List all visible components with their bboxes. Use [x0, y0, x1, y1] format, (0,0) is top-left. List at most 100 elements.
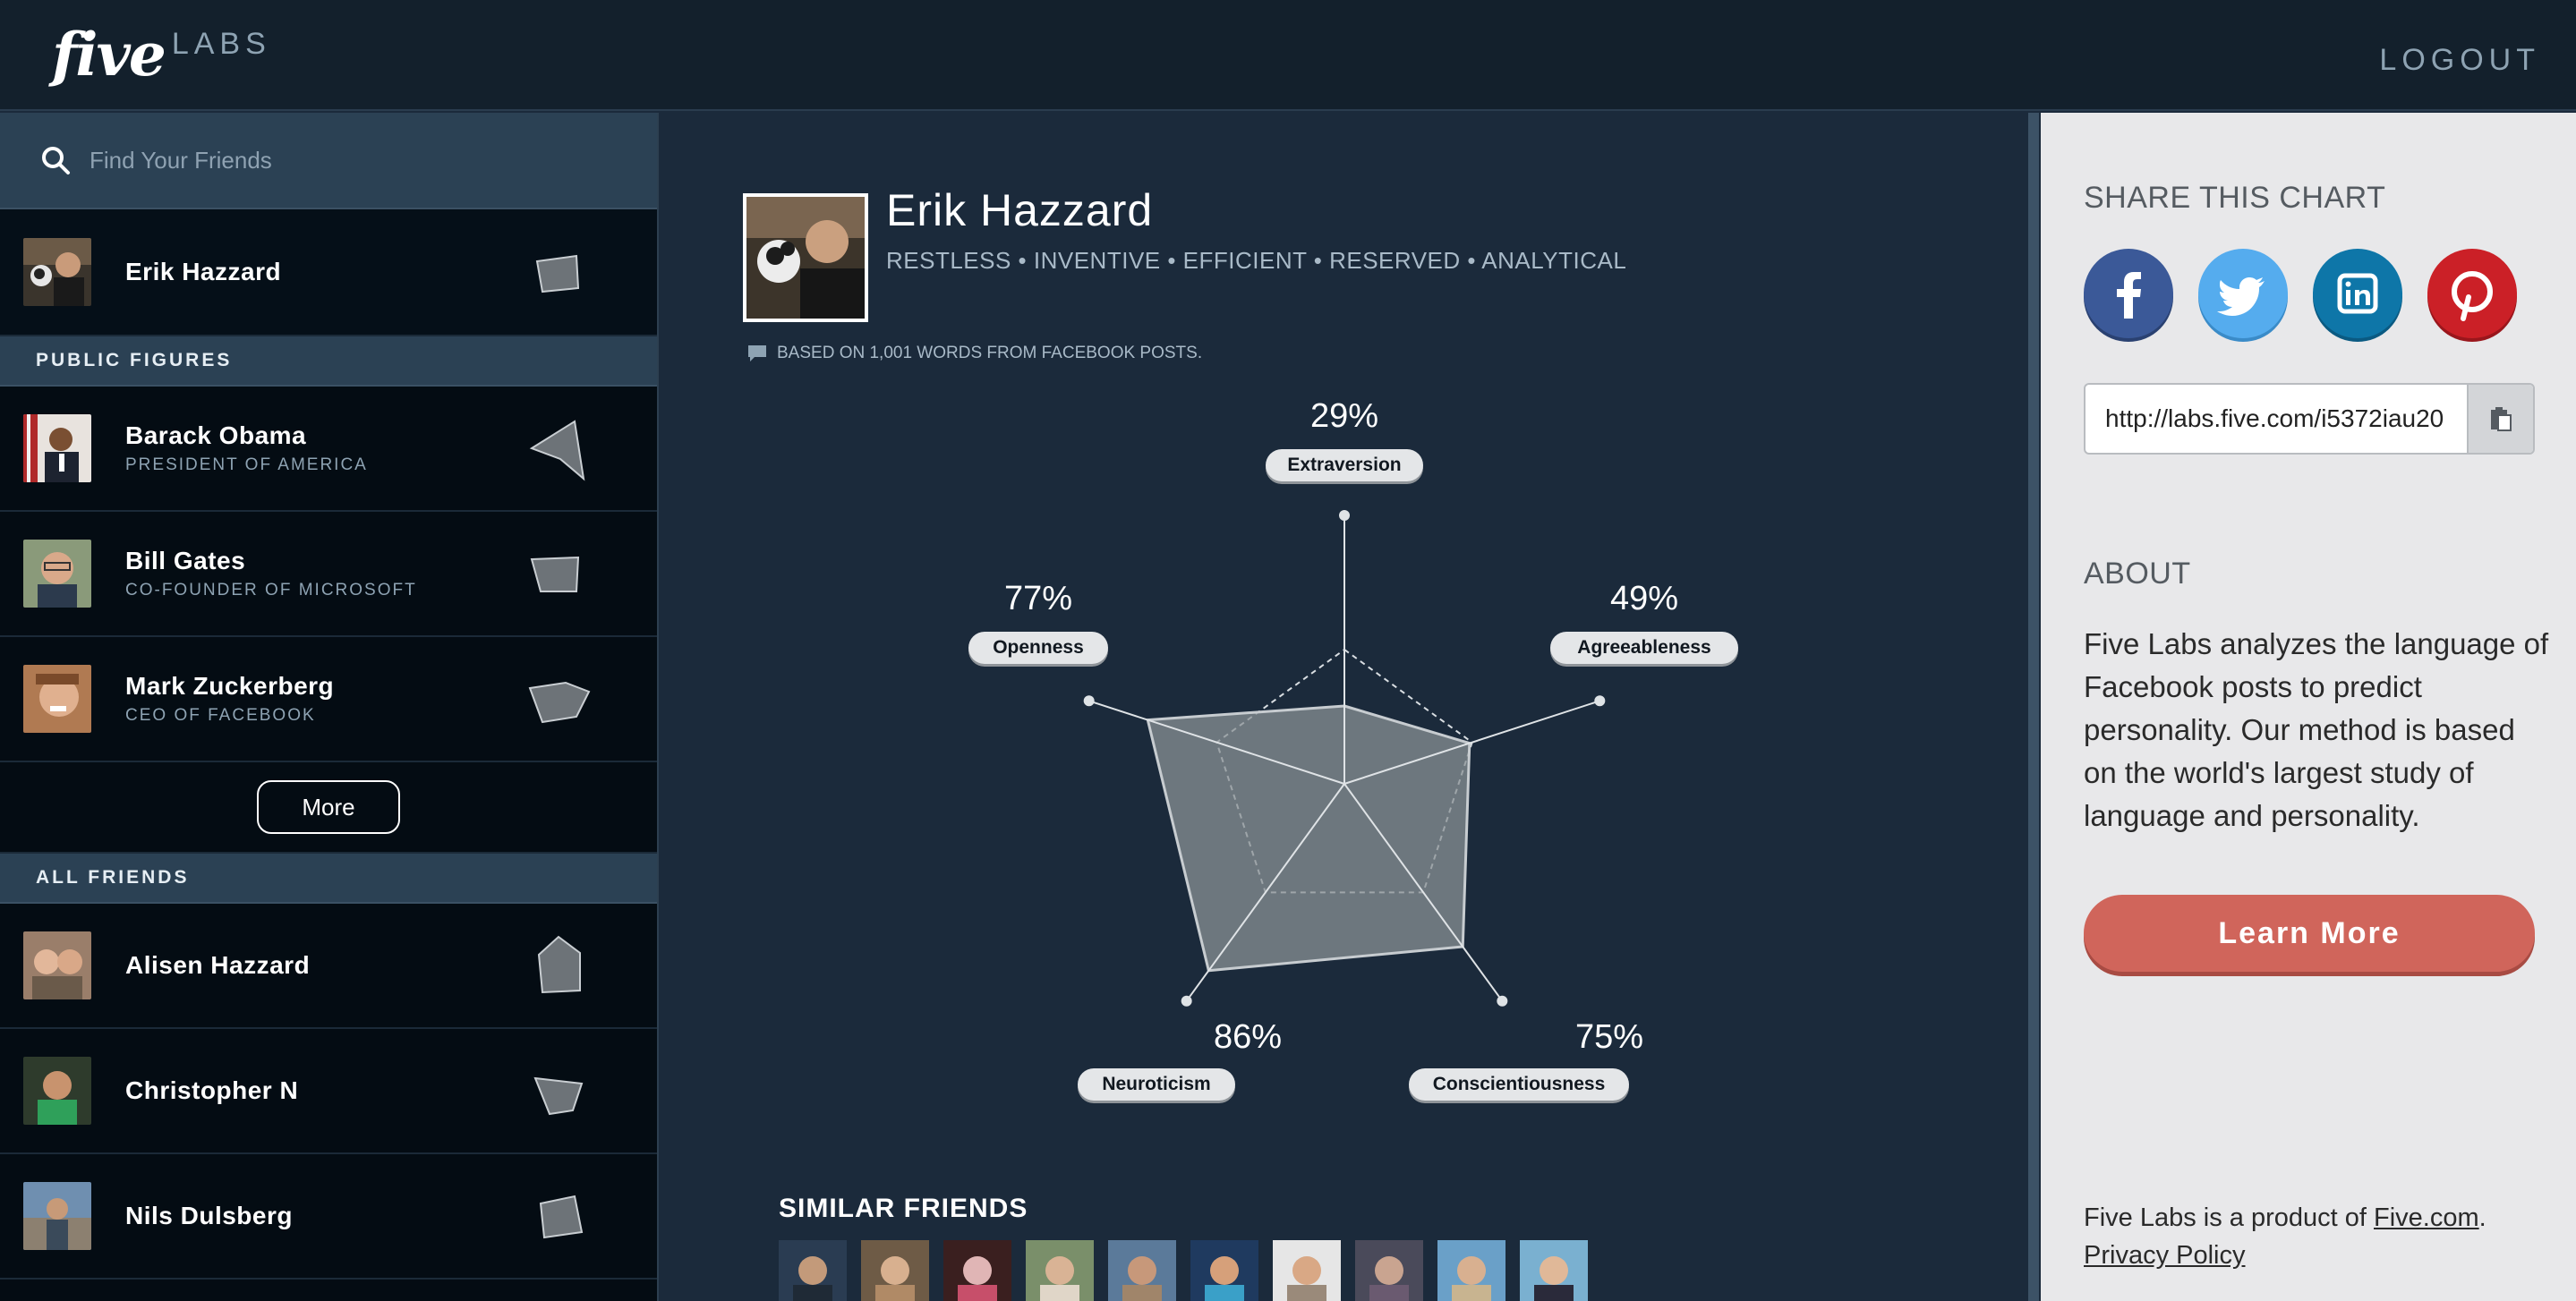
share-url-input[interactable] [2086, 385, 2467, 453]
main-scrollbar[interactable] [2028, 113, 2039, 1301]
social-buttons [2084, 249, 2517, 342]
friend-name: Bill Gates [125, 547, 246, 574]
avatar [23, 665, 91, 733]
more-row: More [0, 762, 657, 854]
axis-end-openness [1083, 695, 1095, 707]
about-title: ABOUT [2084, 557, 2191, 591]
more-button[interactable]: More [257, 780, 400, 834]
avatar [23, 931, 91, 999]
personality-polygon [1146, 704, 1471, 973]
similar-friend-avatar[interactable] [861, 1240, 929, 1301]
avatar [23, 540, 91, 608]
personality-shape-icon [528, 681, 591, 724]
friend-subtitle: PRESIDENT OF AMERICA [125, 455, 368, 474]
friend-row-alisen[interactable]: Alisen Hazzard [0, 904, 657, 1029]
five-com-link[interactable]: Five.com [2374, 1203, 2479, 1232]
friend-subtitle: CO-FOUNDER OF MICROSOFT [125, 581, 417, 599]
similar-friend-avatar[interactable] [1437, 1240, 1506, 1301]
friend-row-christopher[interactable]: Christopher N [0, 1029, 657, 1154]
avatar [23, 1057, 91, 1125]
footer-suffix: . [2478, 1203, 2486, 1232]
similar-friend-avatar[interactable] [1108, 1240, 1176, 1301]
similar-friends-title: SIMILAR FRIENDS [779, 1194, 1028, 1223]
main-panel: Erik Hazzard RESTLESS • INVENTIVE • EFFI… [661, 113, 2030, 1301]
search-bar [0, 113, 657, 209]
pct-neuroticism: 86% [1213, 1018, 1283, 1056]
pinterest-icon [2427, 249, 2517, 342]
copy-button[interactable] [2467, 385, 2533, 453]
friend-text: Barack Obama PRESIDENT OF AMERICA [125, 421, 368, 475]
friend-name: Erik Hazzard [125, 258, 282, 285]
label-extraversion: Extraversion [1266, 449, 1423, 481]
clipboard-icon [2491, 407, 2512, 431]
friend-row-gates[interactable]: Bill Gates CO-FOUNDER OF MICROSOFT [0, 512, 657, 637]
friend-text: Alisen Hazzard [125, 951, 310, 980]
similar-friend-avatar[interactable] [1026, 1240, 1094, 1301]
friend-row-zuckerberg[interactable]: Mark Zuckerberg CEO OF FACEBOOK [0, 637, 657, 762]
learn-more-button[interactable]: Learn More [2084, 895, 2535, 972]
search-icon [42, 147, 70, 174]
five-labs-logo[interactable]: five LABS [52, 23, 271, 86]
axis-end-extraversion [1339, 510, 1350, 521]
pct-extraversion: 29% [1309, 397, 1379, 435]
top-bar: five LABS LOGOUT [0, 0, 2576, 111]
personality-radar-chart [1083, 510, 1606, 1007]
linkedin-share-button[interactable] [2313, 249, 2402, 342]
share-panel: SHARE THIS CHART ABOUT Five Labs analyze… [2041, 113, 2576, 1301]
friend-name: Nils Dulsberg [125, 1202, 293, 1229]
personality-shape-icon [539, 1195, 584, 1239]
friend-row-nils[interactable]: Nils Dulsberg [0, 1154, 657, 1280]
friends-sidebar: Erik Hazzard PUBLIC FIGURES Barack Obama… [0, 113, 659, 1301]
friend-text: Mark Zuckerberg CEO OF FACEBOOK [125, 672, 334, 726]
about-text: Five Labs analyzes the language of Faceb… [2084, 627, 2549, 832]
public-figures-label: PUBLIC FIGURES [0, 336, 657, 387]
friend-row-obama[interactable]: Barack Obama PRESIDENT OF AMERICA [0, 387, 657, 512]
linkedin-icon [2313, 249, 2402, 342]
friend-text: Nils Dulsberg [125, 1202, 293, 1230]
axis-end-agreeableness [1594, 695, 1606, 707]
similar-friend-avatar[interactable] [1520, 1240, 1588, 1301]
privacy-policy-link[interactable]: Privacy Policy [2084, 1241, 2246, 1270]
similar-friend-avatar[interactable] [1190, 1240, 1258, 1301]
share-title: SHARE THIS CHART [2084, 181, 2386, 215]
pct-openness: 77% [1003, 580, 1073, 617]
friend-text: Erik Hazzard [125, 258, 281, 286]
facebook-share-button[interactable] [2084, 249, 2173, 342]
share-url-box [2084, 383, 2535, 455]
all-friends-label: ALL FRIENDS [0, 854, 657, 904]
facebook-icon [2084, 249, 2173, 342]
pct-agreeableness: 49% [1609, 580, 1679, 617]
friend-name: Christopher N [125, 1076, 299, 1104]
similar-friends-list [779, 1240, 1588, 1301]
label-neuroticism: Neuroticism [1078, 1068, 1235, 1101]
avatar [23, 414, 91, 482]
logout-link[interactable]: LOGOUT [2379, 43, 2540, 78]
label-agreeableness: Agreeableness [1550, 632, 1738, 664]
pinterest-share-button[interactable] [2427, 249, 2517, 342]
friend-name: Barack Obama [125, 421, 307, 449]
search-input[interactable] [90, 146, 591, 174]
twitter-share-button[interactable] [2198, 249, 2288, 342]
personality-shape-icon [535, 254, 580, 293]
personality-shape-icon [533, 1076, 584, 1116]
label-openness: Openness [968, 632, 1108, 664]
friend-name: Mark Zuckerberg [125, 672, 335, 700]
footer: Five Labs is a product of Five.com. Priv… [2084, 1199, 2486, 1274]
logo-labs: LABS [171, 27, 271, 61]
personality-shape-icon [530, 556, 580, 592]
axis-end-conscientiousness [1497, 995, 1508, 1007]
pct-conscientiousness: 75% [1574, 1018, 1644, 1056]
logo-five: five [52, 20, 166, 89]
friend-name: Alisen Hazzard [125, 951, 311, 979]
axis-end-neuroticism [1181, 995, 1192, 1007]
similar-friend-avatar[interactable] [943, 1240, 1011, 1301]
twitter-icon [2198, 249, 2288, 342]
footer-prefix: Five Labs is a product of [2084, 1203, 2374, 1232]
friend-text: Bill Gates CO-FOUNDER OF MICROSOFT [125, 547, 417, 600]
personality-shape-icon [537, 935, 581, 994]
friend-row-me[interactable]: Erik Hazzard [0, 209, 657, 336]
similar-friend-avatar[interactable] [779, 1240, 847, 1301]
friend-text: Christopher N [125, 1076, 298, 1105]
similar-friend-avatar[interactable] [1273, 1240, 1341, 1301]
similar-friend-avatar[interactable] [1355, 1240, 1423, 1301]
